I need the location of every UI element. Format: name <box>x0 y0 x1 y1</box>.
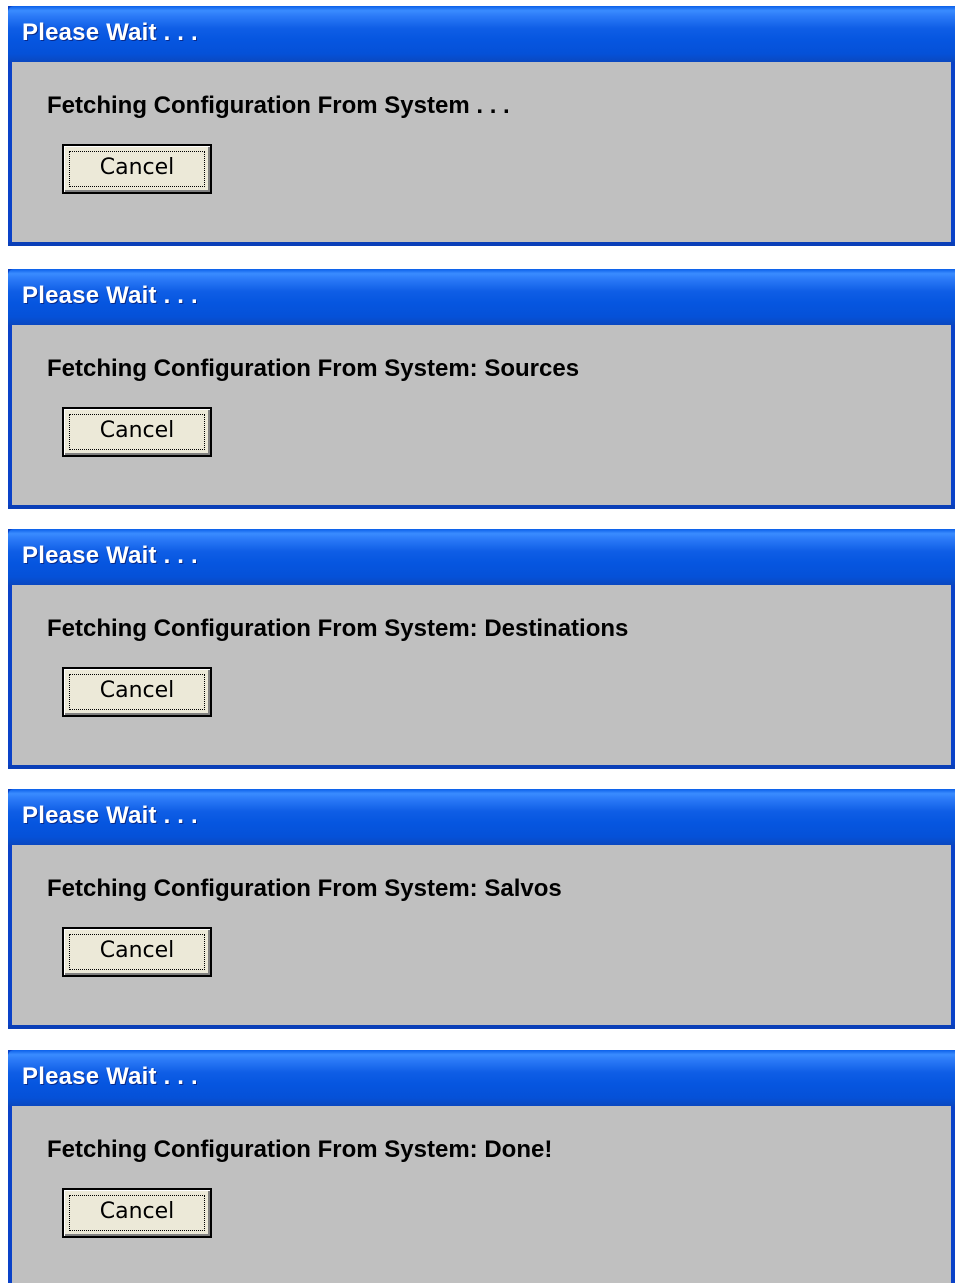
status-message: Fetching Configuration From System . . . <box>47 92 510 119</box>
cancel-button-label: Cancel <box>99 937 175 963</box>
wait-dialog-3: Please Wait . . . Fetching Configuration… <box>8 529 955 769</box>
status-message: Fetching Configuration From System: Sour… <box>47 355 580 382</box>
dialog-body: Fetching Configuration From System . . .… <box>12 62 951 242</box>
title-bar[interactable]: Please Wait . . . <box>8 1050 955 1106</box>
window-title: Please Wait . . . <box>22 1063 198 1090</box>
cancel-button[interactable]: Cancel <box>62 144 212 194</box>
dialog-body: Fetching Configuration From System: Done… <box>12 1106 951 1283</box>
wait-dialog-2: Please Wait . . . Fetching Configuration… <box>8 269 955 509</box>
window-title: Please Wait . . . <box>22 282 198 309</box>
cancel-button-label: Cancel <box>99 154 175 180</box>
cancel-button-label: Cancel <box>99 677 175 703</box>
status-message: Fetching Configuration From System: Salv… <box>47 875 562 902</box>
cancel-button[interactable]: Cancel <box>62 407 212 457</box>
window-title: Please Wait . . . <box>22 542 198 569</box>
wait-dialog-1: Please Wait . . . Fetching Configuration… <box>8 6 955 246</box>
window-title: Please Wait . . . <box>22 802 198 829</box>
status-message: Fetching Configuration From System: Done… <box>47 1136 553 1163</box>
dialog-body: Fetching Configuration From System: Dest… <box>12 585 951 765</box>
cancel-button-label: Cancel <box>99 417 175 443</box>
window-bottom-border <box>8 505 955 509</box>
cancel-button[interactable]: Cancel <box>62 1188 212 1238</box>
window-bottom-border <box>8 765 955 769</box>
title-bar[interactable]: Please Wait . . . <box>8 269 955 325</box>
window-bottom-border <box>8 242 955 246</box>
cancel-button-label: Cancel <box>99 1198 175 1224</box>
wait-dialog-4: Please Wait . . . Fetching Configuration… <box>8 789 955 1029</box>
cancel-button[interactable]: Cancel <box>62 667 212 717</box>
title-bar[interactable]: Please Wait . . . <box>8 789 955 845</box>
cancel-button[interactable]: Cancel <box>62 927 212 977</box>
window-title: Please Wait . . . <box>22 19 198 46</box>
status-message: Fetching Configuration From System: Dest… <box>47 615 629 642</box>
dialog-body: Fetching Configuration From System: Salv… <box>12 845 951 1025</box>
dialog-body: Fetching Configuration From System: Sour… <box>12 325 951 505</box>
wait-dialog-5: Please Wait . . . Fetching Configuration… <box>8 1050 955 1283</box>
title-bar[interactable]: Please Wait . . . <box>8 6 955 62</box>
window-bottom-border <box>8 1025 955 1029</box>
title-bar[interactable]: Please Wait . . . <box>8 529 955 585</box>
